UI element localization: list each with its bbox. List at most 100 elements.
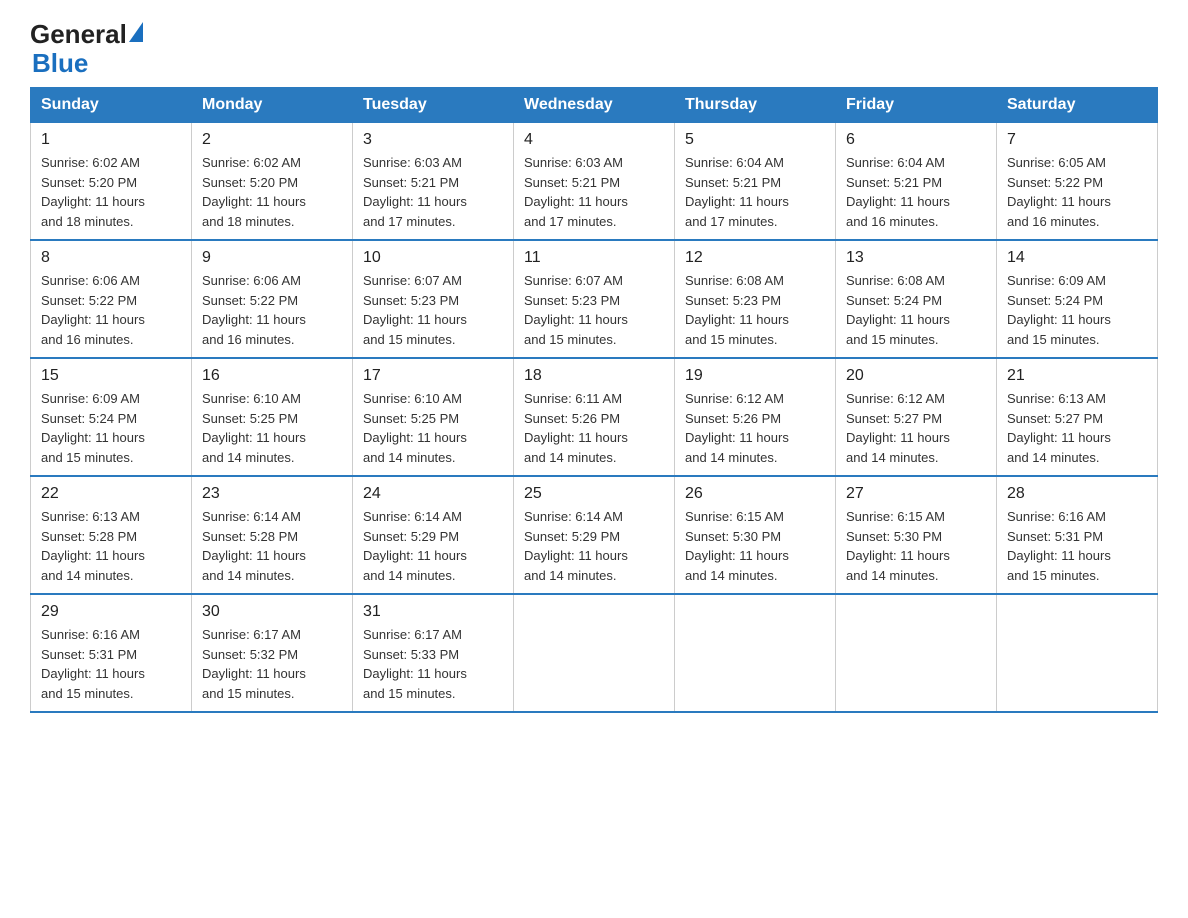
- calendar-cell: 25Sunrise: 6:14 AMSunset: 5:29 PMDayligh…: [514, 476, 675, 594]
- calendar-cell: 2Sunrise: 6:02 AMSunset: 5:20 PMDaylight…: [192, 123, 353, 241]
- day-info: Sunrise: 6:15 AMSunset: 5:30 PMDaylight:…: [685, 507, 825, 585]
- day-info: Sunrise: 6:14 AMSunset: 5:29 PMDaylight:…: [524, 507, 664, 585]
- day-info: Sunrise: 6:03 AMSunset: 5:21 PMDaylight:…: [363, 153, 503, 231]
- day-info: Sunrise: 6:05 AMSunset: 5:22 PMDaylight:…: [1007, 153, 1147, 231]
- day-info: Sunrise: 6:12 AMSunset: 5:27 PMDaylight:…: [846, 389, 986, 467]
- day-number: 15: [41, 367, 181, 385]
- calendar-cell: 11 Sunrise: 6:07 AMSunset: 5:23 PMDayligh…: [514, 240, 675, 358]
- calendar-cell: 20 Sunrise: 6:12 AMSunset: 5:27 PMDayligh…: [836, 358, 997, 476]
- calendar-cell: 24Sunrise: 6:14 AMSunset: 5:29 PMDayligh…: [353, 476, 514, 594]
- day-number: 6: [846, 131, 986, 149]
- day-info: Sunrise: 6:07 AMSunset: 5:23 PMDaylight:…: [524, 271, 664, 349]
- calendar-cell: 1Sunrise: 6:02 AMSunset: 5:20 PMDaylight…: [31, 123, 192, 241]
- day-number: 27: [846, 485, 986, 503]
- day-number: 30: [202, 603, 342, 621]
- calendar-week-row: 15 Sunrise: 6:09 AMSunset: 5:24 PMDayligh…: [31, 358, 1158, 476]
- day-header-wednesday: Wednesday: [514, 88, 675, 123]
- day-info: Sunrise: 6:12 AMSunset: 5:26 PMDaylight:…: [685, 389, 825, 467]
- calendar-week-row: 8Sunrise: 6:06 AMSunset: 5:22 PMDaylight…: [31, 240, 1158, 358]
- calendar-cell: 22 Sunrise: 6:13 AMSunset: 5:28 PMDayligh…: [31, 476, 192, 594]
- day-info: Sunrise: 6:09 AMSunset: 5:24 PMDaylight:…: [1007, 271, 1147, 349]
- calendar-cell: 14 Sunrise: 6:09 AMSunset: 5:24 PMDayligh…: [997, 240, 1158, 358]
- calendar-cell: 17Sunrise: 6:10 AMSunset: 5:25 PMDayligh…: [353, 358, 514, 476]
- calendar-cell: [997, 594, 1158, 712]
- day-info: Sunrise: 6:08 AMSunset: 5:23 PMDaylight:…: [685, 271, 825, 349]
- calendar-week-row: 1 Sunrise: 6:02 AMSunset: 5:20 PMDaylight…: [31, 123, 1158, 241]
- day-number: 10: [363, 249, 503, 267]
- day-info: Sunrise: 6:15 AMSunset: 5:30 PMDaylight:…: [846, 507, 986, 585]
- day-number: 22: [41, 485, 181, 503]
- calendar-cell: 5 Sunrise: 6:04 AMSunset: 5:21 PMDaylight…: [675, 123, 836, 241]
- calendar-cell: 3 Sunrise: 6:03 AMSunset: 5:21 PMDaylight…: [353, 123, 514, 241]
- day-info: Sunrise: 6:13 AMSunset: 5:27 PMDaylight:…: [1007, 389, 1147, 467]
- day-header-sunday: Sunday: [31, 88, 192, 123]
- day-number: 13: [846, 249, 986, 267]
- day-info: Sunrise: 6:13 AMSunset: 5:28 PMDaylight:…: [41, 507, 181, 585]
- calendar-cell: 27 Sunrise: 6:15 AMSunset: 5:30 PMDayligh…: [836, 476, 997, 594]
- calendar-cell: 29 Sunrise: 6:16 AMSunset: 5:31 PMDayligh…: [31, 594, 192, 712]
- day-number: 31: [363, 603, 503, 621]
- day-info: Sunrise: 6:16 AMSunset: 5:31 PMDaylight:…: [41, 625, 181, 703]
- day-info: Sunrise: 6:11 AMSunset: 5:26 PMDaylight:…: [524, 389, 664, 467]
- day-info: Sunrise: 6:03 AMSunset: 5:21 PMDaylight:…: [524, 153, 664, 231]
- day-number: 16: [202, 367, 342, 385]
- day-info: Sunrise: 6:06 AMSunset: 5:22 PMDaylight:…: [41, 271, 181, 349]
- day-number: 24: [363, 485, 503, 503]
- calendar-cell: 30 Sunrise: 6:17 AMSunset: 5:32 PMDayligh…: [192, 594, 353, 712]
- day-number: 23: [202, 485, 342, 503]
- logo-triangle-icon: [129, 22, 143, 42]
- logo-general-text: General: [30, 20, 127, 49]
- calendar-cell: 18 Sunrise: 6:11 AMSunset: 5:26 PMDayligh…: [514, 358, 675, 476]
- day-info: Sunrise: 6:08 AMSunset: 5:24 PMDaylight:…: [846, 271, 986, 349]
- calendar-cell: 21 Sunrise: 6:13 AMSunset: 5:27 PMDayligh…: [997, 358, 1158, 476]
- day-info: Sunrise: 6:09 AMSunset: 5:24 PMDaylight:…: [41, 389, 181, 467]
- day-info: Sunrise: 6:17 AMSunset: 5:32 PMDaylight:…: [202, 625, 342, 703]
- day-number: 14: [1007, 249, 1147, 267]
- calendar-header-row: SundayMondayTuesdayWednesdayThursdayFrid…: [31, 88, 1158, 123]
- calendar-week-row: 29 Sunrise: 6:16 AMSunset: 5:31 PMDayligh…: [31, 594, 1158, 712]
- page-header: General Blue: [30, 20, 1158, 77]
- calendar-cell: 12 Sunrise: 6:08 AMSunset: 5:23 PMDayligh…: [675, 240, 836, 358]
- day-header-thursday: Thursday: [675, 88, 836, 123]
- day-info: Sunrise: 6:14 AMSunset: 5:28 PMDaylight:…: [202, 507, 342, 585]
- calendar-cell: 19Sunrise: 6:12 AMSunset: 5:26 PMDayligh…: [675, 358, 836, 476]
- day-info: Sunrise: 6:04 AMSunset: 5:21 PMDaylight:…: [846, 153, 986, 231]
- day-info: Sunrise: 6:10 AMSunset: 5:25 PMDaylight:…: [363, 389, 503, 467]
- day-number: 1: [41, 131, 181, 149]
- day-number: 29: [41, 603, 181, 621]
- calendar-week-row: 22 Sunrise: 6:13 AMSunset: 5:28 PMDayligh…: [31, 476, 1158, 594]
- calendar-cell: 8Sunrise: 6:06 AMSunset: 5:22 PMDaylight…: [31, 240, 192, 358]
- calendar-cell: 13 Sunrise: 6:08 AMSunset: 5:24 PMDayligh…: [836, 240, 997, 358]
- day-info: Sunrise: 6:04 AMSunset: 5:21 PMDaylight:…: [685, 153, 825, 231]
- day-info: Sunrise: 6:17 AMSunset: 5:33 PMDaylight:…: [363, 625, 503, 703]
- logo-blue-text: Blue: [32, 49, 143, 78]
- calendar-cell: [514, 594, 675, 712]
- day-info: Sunrise: 6:07 AMSunset: 5:23 PMDaylight:…: [363, 271, 503, 349]
- day-info: Sunrise: 6:16 AMSunset: 5:31 PMDaylight:…: [1007, 507, 1147, 585]
- calendar-table: SundayMondayTuesdayWednesdayThursdayFrid…: [30, 87, 1158, 713]
- day-header-monday: Monday: [192, 88, 353, 123]
- calendar-cell: 16Sunrise: 6:10 AMSunset: 5:25 PMDayligh…: [192, 358, 353, 476]
- day-number: 3: [363, 131, 503, 149]
- day-number: 5: [685, 131, 825, 149]
- calendar-cell: 6 Sunrise: 6:04 AMSunset: 5:21 PMDaylight…: [836, 123, 997, 241]
- day-number: 11: [524, 249, 664, 267]
- calendar-cell: 10 Sunrise: 6:07 AMSunset: 5:23 PMDayligh…: [353, 240, 514, 358]
- calendar-cell: 9Sunrise: 6:06 AMSunset: 5:22 PMDaylight…: [192, 240, 353, 358]
- calendar-cell: 28Sunrise: 6:16 AMSunset: 5:31 PMDayligh…: [997, 476, 1158, 594]
- day-info: Sunrise: 6:06 AMSunset: 5:22 PMDaylight:…: [202, 271, 342, 349]
- calendar-cell: 7 Sunrise: 6:05 AMSunset: 5:22 PMDaylight…: [997, 123, 1158, 241]
- logo: General Blue: [30, 20, 143, 77]
- day-header-tuesday: Tuesday: [353, 88, 514, 123]
- day-number: 7: [1007, 131, 1147, 149]
- day-number: 21: [1007, 367, 1147, 385]
- calendar-cell: [836, 594, 997, 712]
- day-number: 12: [685, 249, 825, 267]
- day-info: Sunrise: 6:02 AMSunset: 5:20 PMDaylight:…: [202, 153, 342, 231]
- calendar-cell: 23 Sunrise: 6:14 AMSunset: 5:28 PMDayligh…: [192, 476, 353, 594]
- day-number: 20: [846, 367, 986, 385]
- day-number: 18: [524, 367, 664, 385]
- day-number: 4: [524, 131, 664, 149]
- calendar-cell: 26Sunrise: 6:15 AMSunset: 5:30 PMDayligh…: [675, 476, 836, 594]
- calendar-cell: 31 Sunrise: 6:17 AMSunset: 5:33 PMDayligh…: [353, 594, 514, 712]
